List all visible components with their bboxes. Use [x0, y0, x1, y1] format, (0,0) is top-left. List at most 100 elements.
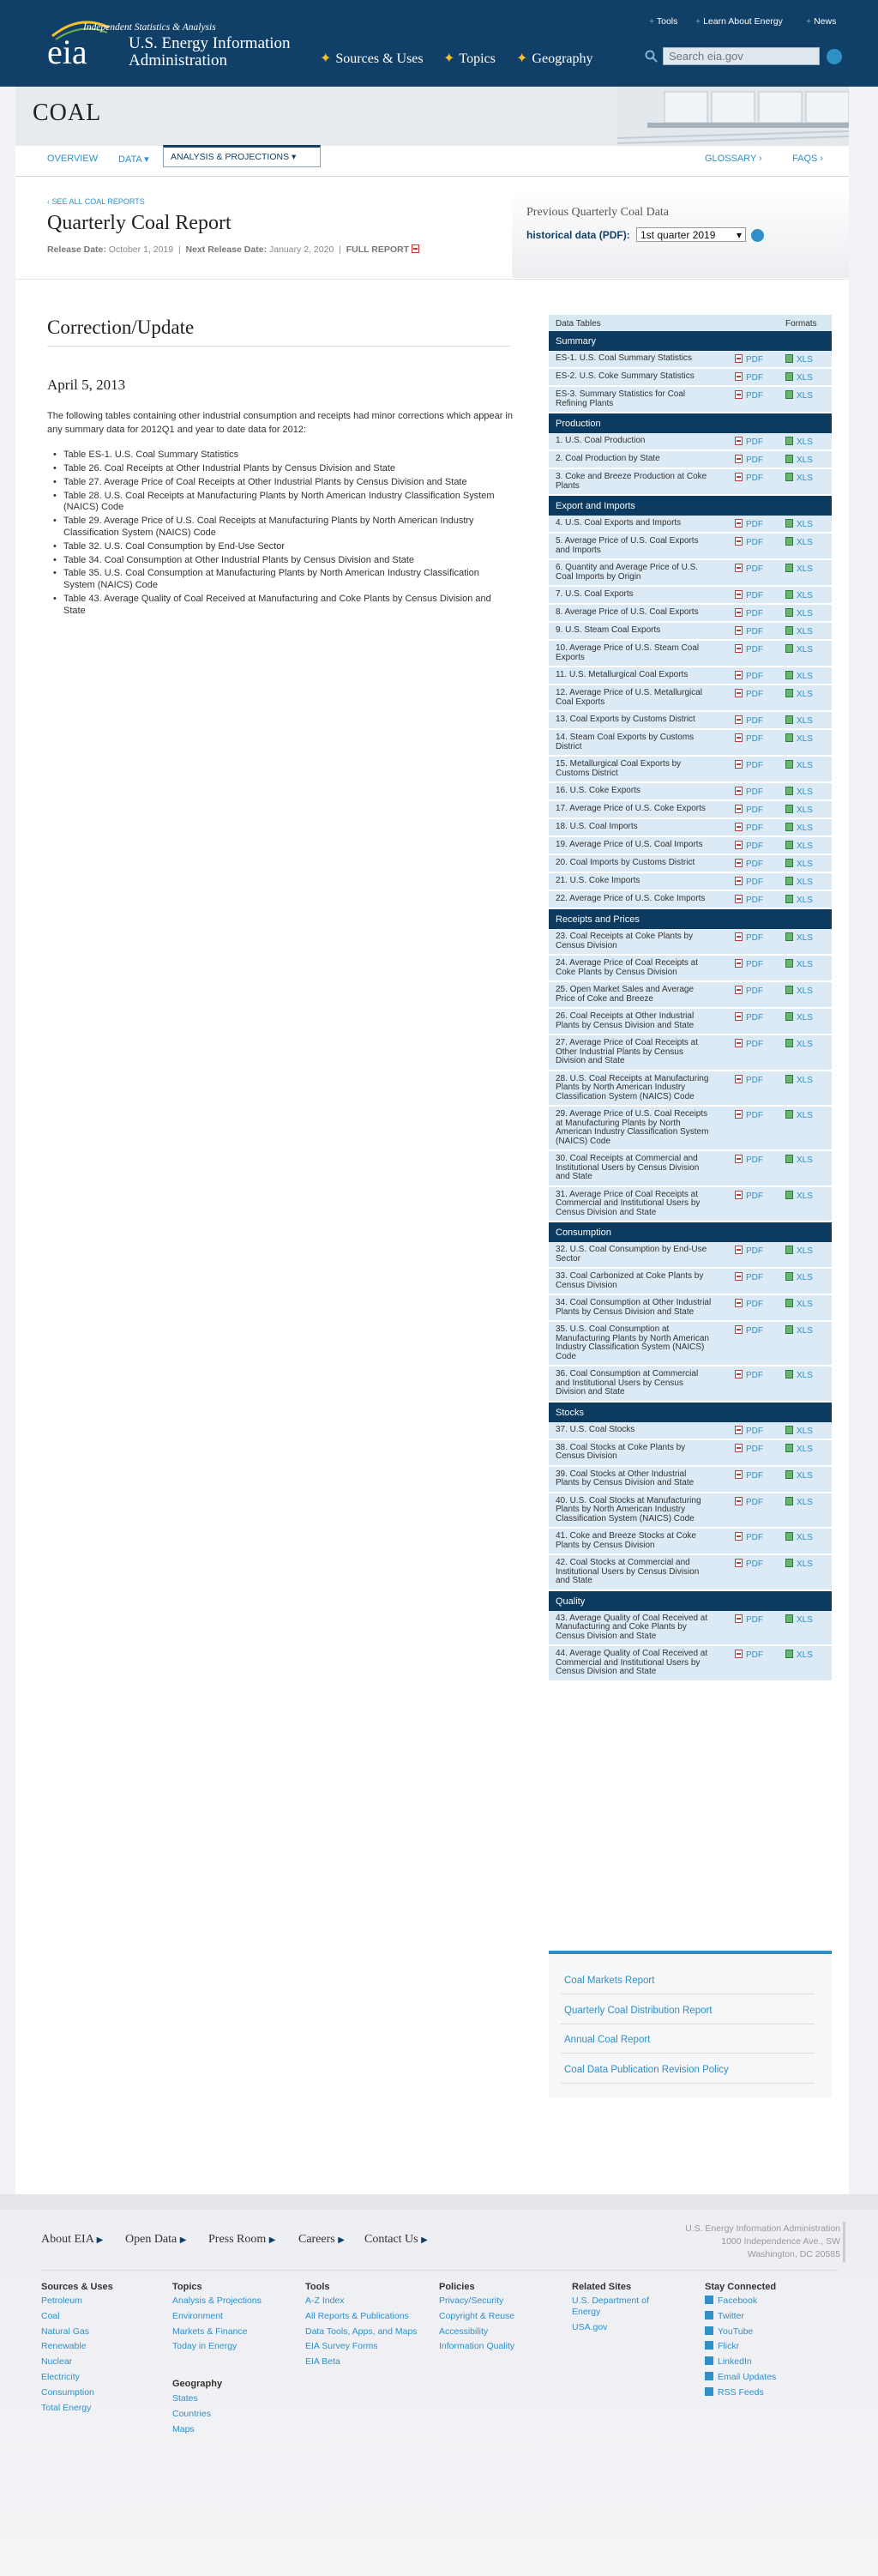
footer-link[interactable]: A-Z Index [305, 2295, 345, 2306]
pdf-link[interactable]: PDF [735, 1614, 763, 1625]
pdf-link[interactable]: PDF [735, 1325, 763, 1336]
xls-link[interactable]: XLS [785, 1325, 813, 1336]
footer-link[interactable]: USA.gov [572, 2322, 607, 2332]
pdf-link[interactable]: PDF [735, 841, 763, 851]
footer-link[interactable]: U.S. Department of Energy [572, 2295, 666, 2318]
footer-link[interactable]: EIA Beta [305, 2356, 340, 2367]
xls-link[interactable]: XLS [785, 932, 813, 943]
pdf-link[interactable]: PDF [735, 715, 763, 726]
nav-sources-uses[interactable]: ✦ Sources & Uses [320, 50, 424, 67]
pdf-link[interactable]: PDF [735, 1425, 763, 1436]
footer-link[interactable]: Electricity [41, 2372, 80, 2382]
xls-link[interactable]: XLS [785, 689, 813, 699]
xls-link[interactable]: XLS [785, 1039, 813, 1049]
footer-link[interactable]: Coal [41, 2311, 60, 2321]
xls-link[interactable]: XLS [785, 671, 813, 681]
xls-link[interactable]: XLS [785, 1443, 813, 1454]
footer-link[interactable]: Consumption [41, 2387, 94, 2398]
pdf-link[interactable]: PDF [735, 1039, 763, 1049]
footer-link[interactable]: Today in Energy [172, 2341, 237, 2351]
tab-glossary[interactable]: GLOSSARY › [705, 154, 762, 164]
xls-link[interactable]: XLS [785, 537, 813, 547]
xls-link[interactable]: XLS [785, 372, 813, 383]
xls-link[interactable]: XLS [785, 437, 813, 447]
xls-link[interactable]: XLS [785, 986, 813, 996]
toplink-news[interactable]: + News [806, 16, 836, 27]
pdf-link[interactable]: PDF [735, 877, 763, 887]
toplink-learn[interactable]: + Learn About Energy [695, 16, 783, 27]
tab-analysis-projections[interactable]: ANALYSIS & PROJECTIONS ▾ [163, 145, 321, 167]
xls-link[interactable]: XLS [785, 1370, 813, 1380]
xls-link[interactable]: XLS [785, 564, 813, 574]
pdf-link[interactable]: PDF [735, 1532, 763, 1542]
footer-link[interactable]: States [172, 2393, 198, 2404]
xls-link[interactable]: XLS [785, 1532, 813, 1542]
xls-link[interactable]: XLS [785, 787, 813, 797]
pdf-link[interactable]: PDF [735, 823, 763, 833]
pdf-link[interactable]: PDF [735, 787, 763, 797]
pdf-link[interactable]: PDF [735, 1370, 763, 1380]
pdf-link[interactable]: PDF [735, 372, 763, 383]
xls-link[interactable]: XLS [785, 1650, 813, 1660]
xls-link[interactable]: XLS [785, 455, 813, 465]
pdf-link[interactable]: PDF [735, 564, 763, 574]
pdf-link[interactable]: PDF [735, 1469, 763, 1481]
pdf-link[interactable]: PDF [735, 390, 763, 401]
xls-link[interactable]: XLS [785, 1190, 813, 1201]
footer-link[interactable]: Total Energy [41, 2403, 91, 2413]
related-link[interactable]: Annual Coal Report [564, 2035, 650, 2045]
xls-link[interactable]: XLS [785, 473, 813, 483]
footer-link[interactable]: YouTube [705, 2326, 753, 2337]
pdf-link[interactable]: PDF [735, 895, 763, 905]
tab-faqs[interactable]: FAQS › [792, 154, 823, 164]
pdf-link[interactable]: PDF [735, 1155, 763, 1165]
footer-link[interactable]: Natural Gas [41, 2326, 89, 2337]
pdf-link[interactable]: PDF [735, 1110, 763, 1120]
xls-link[interactable]: XLS [785, 1469, 813, 1481]
footer-nav-careers[interactable]: Careers ▶ [298, 2233, 345, 2247]
pdf-link[interactable]: PDF [735, 1246, 763, 1256]
xls-link[interactable]: XLS [785, 895, 813, 905]
xls-link[interactable]: XLS [785, 959, 813, 969]
pdf-link[interactable]: PDF [735, 1650, 763, 1660]
footer-nav-about[interactable]: About EIA ▶ [41, 2233, 103, 2247]
related-link[interactable]: Coal Markets Report [564, 1976, 654, 1986]
footer-link[interactable]: RSS Feeds [705, 2386, 764, 2398]
pdf-link[interactable]: PDF [735, 1012, 763, 1023]
tab-data[interactable]: DATA ▾ [118, 154, 149, 165]
footer-link[interactable]: Accessibility [439, 2326, 488, 2337]
footer-link[interactable]: Markets & Finance [172, 2326, 248, 2337]
footer-link[interactable]: Data Tools, Apps, and Maps [305, 2326, 418, 2337]
footer-nav-contact[interactable]: Contact Us ▶ [364, 2233, 428, 2247]
pdf-link[interactable]: PDF [735, 733, 763, 744]
footer-link[interactable]: Information Quality [439, 2341, 514, 2351]
xls-link[interactable]: XLS [785, 608, 813, 618]
pdf-link[interactable]: PDF [735, 986, 763, 996]
full-report-link[interactable]: FULL REPORT [346, 244, 423, 255]
tab-overview[interactable]: OVERVIEW [47, 154, 98, 164]
search-submit-button[interactable] [827, 49, 842, 64]
footer-link[interactable]: Copyright & Reuse [439, 2311, 514, 2321]
xls-link[interactable]: XLS [785, 841, 813, 851]
footer-link[interactable]: Analysis & Projections [172, 2295, 262, 2306]
pdf-link[interactable]: PDF [735, 1496, 763, 1507]
search-input[interactable] [663, 47, 820, 65]
xls-link[interactable]: XLS [785, 1074, 813, 1085]
footer-link[interactable]: Petroleum [41, 2295, 82, 2306]
footer-link[interactable]: Nuclear [41, 2356, 72, 2367]
xls-link[interactable]: XLS [785, 1559, 813, 1569]
nav-geography[interactable]: ✦ Geography [516, 50, 593, 67]
agency-name[interactable]: U.S. Energy Information Administration [129, 35, 326, 69]
pdf-link[interactable]: PDF [735, 959, 763, 969]
footer-nav-press-room[interactable]: Press Room ▶ [208, 2233, 276, 2247]
footer-link[interactable]: LinkedIn [705, 2356, 752, 2367]
xls-link[interactable]: XLS [785, 1012, 813, 1023]
pdf-link[interactable]: PDF [735, 1299, 763, 1309]
pdf-link[interactable]: PDF [735, 805, 763, 815]
toplink-tools[interactable]: + Tools [649, 16, 677, 27]
footer-link[interactable]: Environment [172, 2311, 223, 2321]
xls-link[interactable]: XLS [785, 390, 813, 401]
pdf-link[interactable]: PDF [735, 671, 763, 681]
xls-link[interactable]: XLS [785, 1110, 813, 1120]
xls-link[interactable]: XLS [785, 1425, 813, 1436]
